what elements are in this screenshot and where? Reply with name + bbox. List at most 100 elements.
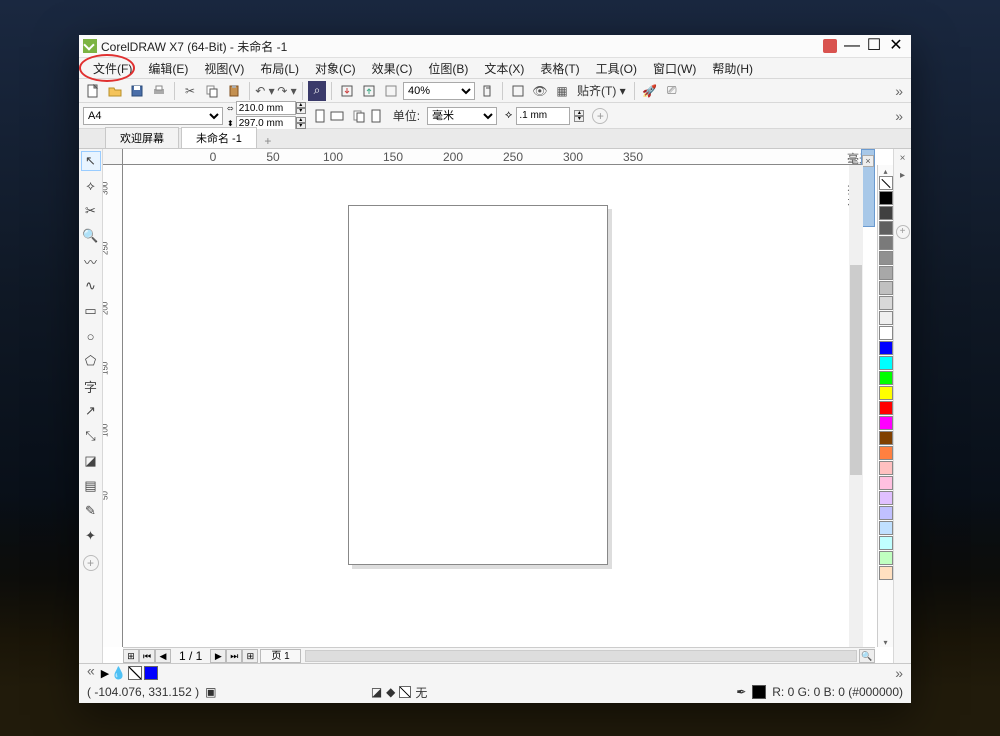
swatch[interactable] [879,356,893,370]
swatch-none[interactable] [879,176,893,190]
publish-button[interactable] [381,81,401,101]
drawing-page[interactable] [348,205,608,565]
polygon-tool[interactable]: ⬠ [81,351,101,371]
connector-tool[interactable]: ⤡ [81,426,101,446]
zoom-select[interactable]: 40% [403,82,475,100]
outline-color-indicator[interactable] [752,685,766,699]
launch-button[interactable]: 🚀 [640,81,660,101]
vertical-scrollbar[interactable] [849,165,863,647]
swatch[interactable] [879,251,893,265]
menu-file[interactable]: 文件(F) [85,58,140,79]
nudge-input[interactable] [516,107,570,125]
height-spinner[interactable]: ▴▾ [296,117,306,129]
crop-tool[interactable]: ✂ [81,201,101,221]
propbar-overflow-icon[interactable]: » [891,108,907,124]
zoom-tool[interactable]: 🔍 [81,226,101,246]
page-tab-1[interactable]: 页 1 [260,649,300,663]
options-button[interactable] [477,81,497,101]
menu-layout[interactable]: 布局(L) [252,58,307,79]
paper-size-select[interactable]: A4 [83,107,223,125]
swatch[interactable] [879,566,893,580]
landscape-button[interactable] [330,110,344,122]
tab-welcome[interactable]: 欢迎屏幕 [105,127,179,148]
tab-add-button[interactable]: + [259,134,277,148]
add-page-before-button[interactable]: ⊞ [123,649,139,663]
export-button[interactable] [359,81,379,101]
pick-tool[interactable]: ↖ [81,151,101,171]
swatch[interactable] [879,386,893,400]
search-button[interactable]: ⌕ [308,81,326,101]
swatch[interactable] [879,221,893,235]
swatch-white[interactable] [879,326,893,340]
menu-object[interactable]: 对象(C) [307,58,364,79]
swatch[interactable] [879,536,893,550]
dropshadow-tool[interactable]: ◪ [81,451,101,471]
menu-table[interactable]: 表格(T) [532,58,587,79]
swatch[interactable] [879,281,893,295]
fullscreen-button[interactable] [508,81,528,101]
menu-help[interactable]: 帮助(H) [704,58,761,79]
swatch[interactable] [879,401,893,415]
open-button[interactable] [105,81,125,101]
menu-tools[interactable]: 工具(O) [588,58,645,79]
add-button[interactable]: + [592,108,608,124]
swatch[interactable] [879,446,893,460]
swatch-black[interactable] [879,191,893,205]
width-spinner[interactable]: ▴▾ [296,102,306,114]
fill-tool[interactable]: ✦ [81,526,101,546]
swatch[interactable] [879,491,893,505]
horizontal-scrollbar[interactable] [305,650,857,662]
nav-right-icon[interactable]: » [891,665,907,681]
paralleldim-tool[interactable]: ↗ [81,401,101,421]
ellipse-tool[interactable]: ○ [81,326,101,346]
minimize-button[interactable]: — [841,39,863,53]
shape-tool[interactable]: ⟡ [81,176,101,196]
ruler-corner[interactable] [103,149,123,165]
first-page-button[interactable]: ⏮ [139,649,155,663]
copy-button[interactable] [202,81,222,101]
swatch[interactable] [879,461,893,475]
new-button[interactable] [83,81,103,101]
swatch[interactable] [879,506,893,520]
fill-none-swatch[interactable] [128,666,142,680]
rectangle-tool[interactable]: ▭ [81,301,101,321]
panel-add-button[interactable]: + [896,225,910,239]
redo-button[interactable]: ↷ ▾ [277,81,297,101]
swatch[interactable] [879,416,893,430]
add-page-after-button[interactable]: ⊞ [242,649,258,663]
close-button[interactable]: ✕ [885,39,907,53]
swatch[interactable] [879,476,893,490]
allpages-button[interactable] [352,109,366,123]
zoom-fit-button[interactable]: 🔍 [859,649,875,663]
swatch[interactable] [879,551,893,565]
portrait-button[interactable] [314,109,326,123]
grid-button[interactable]: ▦ [552,81,572,101]
text-tool[interactable]: 字 [81,376,101,396]
user-icon[interactable] [822,38,838,54]
menu-edit[interactable]: 编辑(E) [140,58,196,79]
transparency-tool[interactable]: ▤ [81,476,101,496]
freehand-tool[interactable]: 〰 [81,251,101,271]
swatch[interactable] [879,431,893,445]
menu-view[interactable]: 视图(V) [196,58,252,79]
maximize-button[interactable]: ☐ [863,39,885,53]
swatch[interactable] [879,296,893,310]
snap-dropdown[interactable]: 贴齐(T) ▾ [574,82,629,99]
save-button[interactable] [127,81,147,101]
play-icon[interactable]: ▣ [205,685,216,699]
cut-button[interactable]: ✂ [180,81,200,101]
nudge-spinner[interactable]: ▴▾ [574,110,584,122]
undo-button[interactable]: ↶ ▾ [255,81,275,101]
toolbar-overflow-icon[interactable]: » [891,83,907,99]
print-button[interactable] [149,81,169,101]
docker-close-icon[interactable]: × [862,155,874,167]
preview-button[interactable]: 👁 [530,81,550,101]
menu-bitmap[interactable]: 位图(B) [420,58,476,79]
swatch[interactable] [879,521,893,535]
canvas-area[interactable] [123,165,875,647]
menu-text[interactable]: 文本(X) [476,58,532,79]
nav-left-icon[interactable]: » [83,665,99,681]
eyedropper-icon[interactable]: 💧 [111,666,126,680]
menu-effect[interactable]: 效果(C) [364,58,421,79]
currentpage-button[interactable] [370,109,382,123]
